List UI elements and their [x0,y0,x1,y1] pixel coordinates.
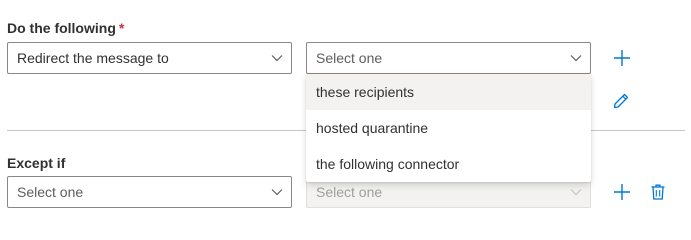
chevron-down-icon [569,51,583,65]
add-exception-button[interactable] [610,180,634,204]
option-label: the following connector [316,156,460,172]
chevron-down-icon [270,51,284,65]
exception-condition-select[interactable]: Select one [7,176,292,208]
rule-editor: Do the following * Redirect the message t… [0,0,691,222]
plus-icon [614,184,630,200]
dropdown-option-hosted-quarantine[interactable]: hosted quarantine [306,110,591,146]
dropdown-option-following-connector[interactable]: the following connector [306,146,591,182]
exception-condition-placeholder: Select one [17,184,84,200]
pencil-icon [613,93,629,109]
required-marker: * [118,20,125,36]
do-the-following-text: Do the following [7,20,116,36]
option-label: hosted quarantine [316,120,429,136]
except-if-text: Except if [7,155,66,171]
dropdown-option-these-recipients[interactable]: these recipients [306,74,591,110]
chevron-down-icon [270,185,284,199]
edit-action-button[interactable] [609,89,633,113]
action-target-placeholder: Select one [316,50,383,66]
target-dropdown-menu: these recipients hosted quarantine the f… [306,74,591,182]
exception-target-placeholder: Select one [316,184,383,200]
action-select[interactable]: Redirect the message to [7,42,292,74]
except-if-label: Except if [7,154,65,172]
trash-icon [651,184,665,200]
plus-icon [614,50,630,66]
delete-exception-button[interactable] [646,180,670,204]
chevron-down-icon [569,185,583,199]
option-label: these recipients [316,84,415,100]
action-select-value: Redirect the message to [17,50,169,66]
add-action-button[interactable] [610,46,634,70]
do-the-following-label: Do the following * [7,19,124,37]
action-target-select[interactable]: Select one [306,42,591,74]
